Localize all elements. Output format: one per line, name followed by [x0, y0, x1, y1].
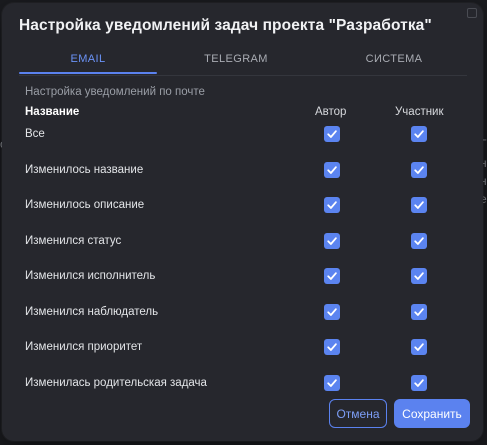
author-checkbox[interactable]: [324, 303, 340, 320]
notification-settings-dialog: Настройка уведомлений задач проекта "Раз…: [2, 3, 483, 441]
notification-row-label: Изменилось описание: [25, 199, 145, 211]
save-button[interactable]: Сохранить: [394, 399, 470, 428]
member-checkbox[interactable]: [411, 161, 427, 178]
checkmark-icon: [327, 165, 337, 174]
author-checkbox[interactable]: [324, 374, 340, 391]
notification-row-label: Все: [25, 128, 45, 140]
checkmark-icon: [414, 236, 424, 245]
checkmark-icon: [327, 307, 337, 316]
tab-telegram[interactable]: TELEGRAM: [167, 49, 305, 75]
dialog-title: Настройка уведомлений задач проекта "Раз…: [19, 17, 432, 34]
column-header-name: Название: [25, 106, 80, 118]
checkmark-icon: [414, 307, 424, 316]
checkmark-icon: [327, 201, 337, 209]
notification-row-label: Изменилось название: [25, 163, 144, 176]
checkmark-icon: [327, 236, 337, 245]
notification-row-label: Изменилась родительская задача: [25, 376, 207, 389]
checkmark-icon: [414, 130, 424, 138]
member-checkbox[interactable]: [411, 303, 427, 320]
notification-row-label: Изменился исполнитель: [25, 270, 156, 282]
checkmark-icon: [327, 272, 337, 280]
member-checkbox[interactable]: [411, 374, 427, 391]
column-header-member: Участник: [395, 106, 444, 118]
checkmark-icon: [414, 272, 424, 280]
checkmark-icon: [414, 165, 424, 174]
checkmark-icon: [327, 343, 337, 351]
author-checkbox[interactable]: [324, 197, 340, 213]
author-checkbox[interactable]: [324, 339, 340, 355]
checkmark-icon: [414, 201, 424, 209]
tab-bar: EMAIL TELEGRAM СИСТЕМА: [19, 49, 467, 75]
author-checkbox[interactable]: [324, 232, 340, 249]
section-title: Настройка уведомлений по почте: [25, 86, 205, 98]
notification-row-label: Изменился приоритет: [25, 341, 143, 353]
member-checkbox[interactable]: [411, 197, 427, 213]
active-tab-indicator: [19, 72, 157, 74]
member-checkbox[interactable]: [411, 126, 427, 142]
tabs-divider: [19, 75, 467, 76]
member-checkbox[interactable]: [411, 339, 427, 355]
author-checkbox[interactable]: [324, 161, 340, 178]
close-icon[interactable]: [467, 8, 477, 18]
column-header-author: Автор: [315, 106, 347, 118]
checkmark-icon: [414, 378, 424, 387]
checkmark-icon: [327, 130, 337, 138]
author-checkbox[interactable]: [324, 126, 340, 142]
checkmark-icon: [327, 378, 337, 387]
notification-row-label: Изменился наблюдатель: [25, 305, 159, 318]
cancel-button[interactable]: Отмена: [329, 399, 387, 428]
member-checkbox[interactable]: [411, 232, 427, 249]
notification-row-label: Изменился статус: [25, 234, 122, 247]
author-checkbox[interactable]: [324, 268, 340, 284]
tab-system[interactable]: СИСТЕМА: [325, 49, 463, 75]
member-checkbox[interactable]: [411, 268, 427, 284]
checkmark-icon: [414, 343, 424, 351]
